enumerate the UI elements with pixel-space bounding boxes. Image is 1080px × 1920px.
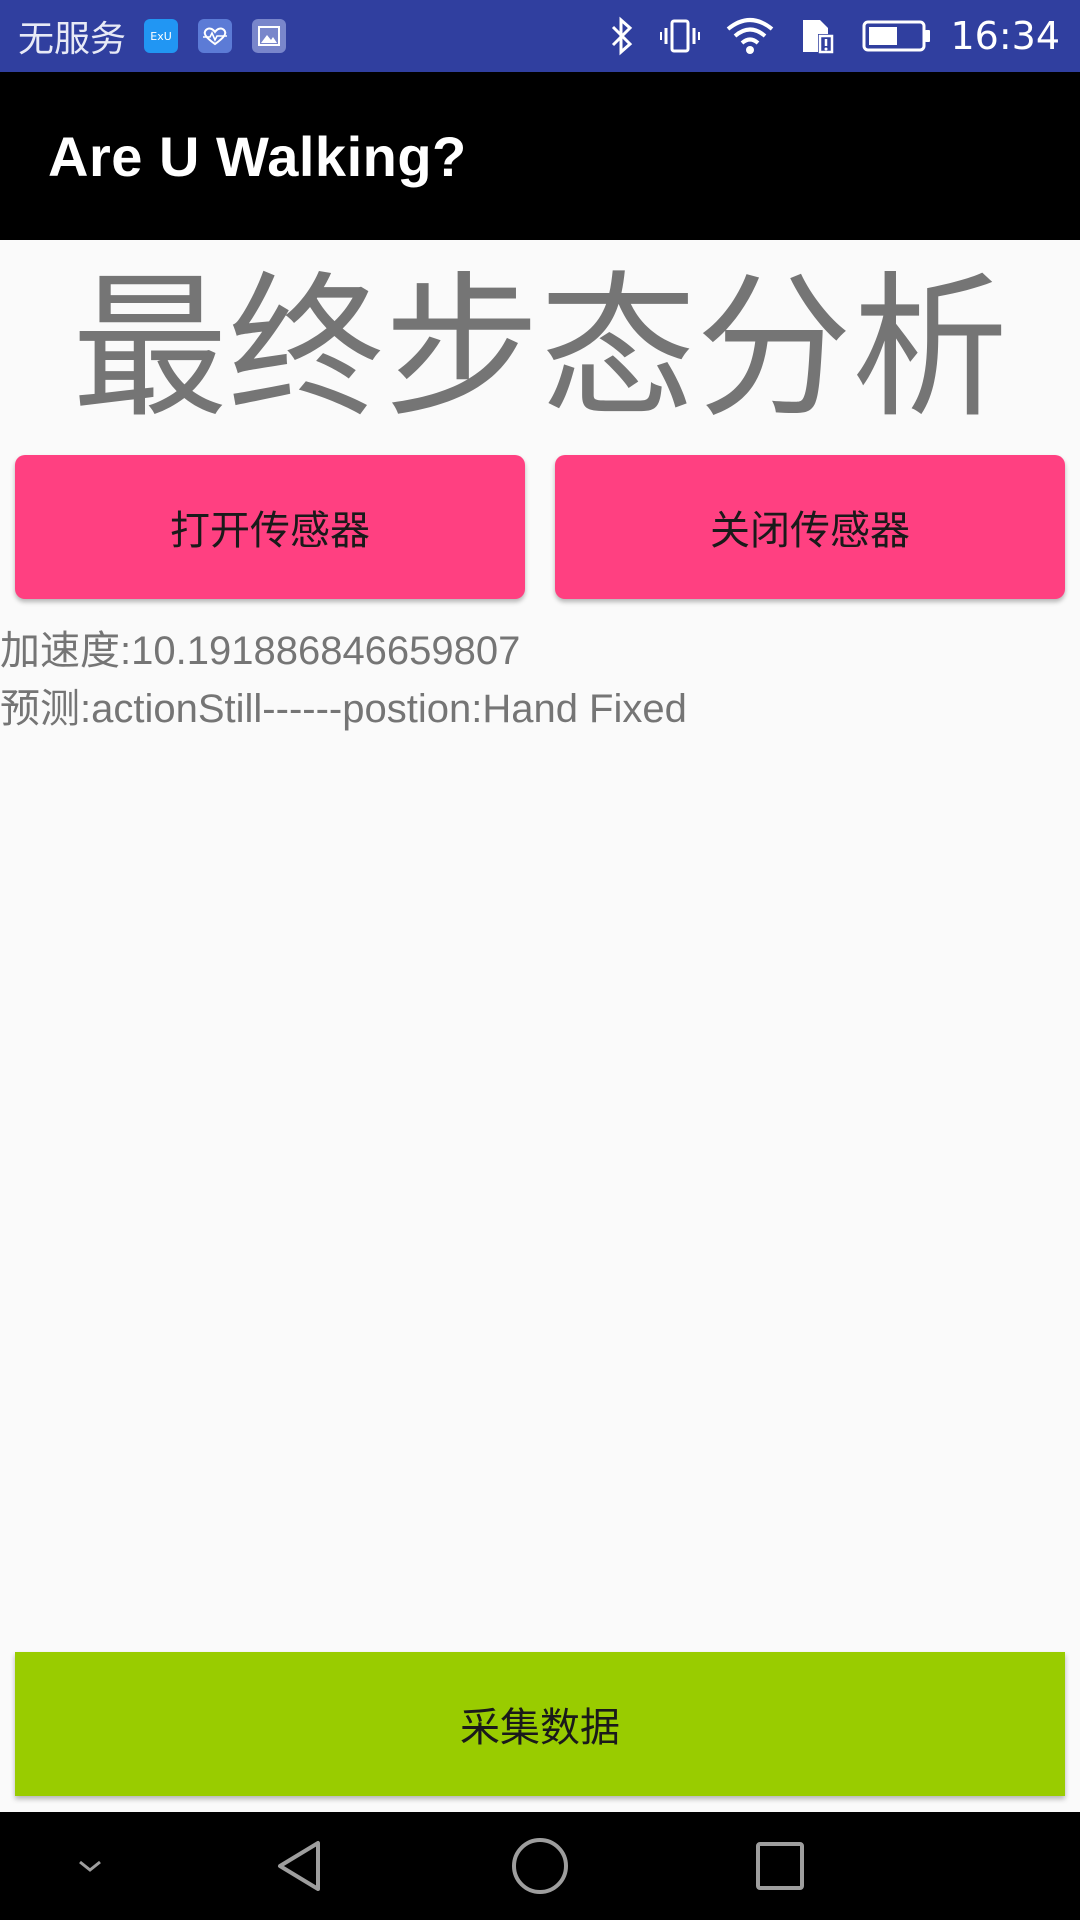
gallery-icon (252, 19, 287, 53)
close-sensor-button-label: 关闭传感器 (710, 508, 910, 554)
acceleration-readout: 加速度:10.191886846659807 (0, 629, 521, 673)
app-notification-icon-text: ExU (150, 29, 172, 43)
status-bar-right: 16:34 (584, 14, 1060, 58)
chevron-down-icon[interactable] (40, 1812, 140, 1920)
back-icon[interactable] (250, 1812, 350, 1920)
close-sensor-button[interactable]: 关闭传感器 (555, 455, 1065, 599)
health-app-icon (198, 19, 233, 53)
home-icon[interactable] (490, 1812, 590, 1920)
status-bar-left: 无服务 ExU (18, 10, 306, 62)
bluetooth-icon (610, 16, 634, 56)
clock-time: 16:34 (950, 14, 1060, 58)
navigation-bar (0, 1812, 1080, 1920)
app-title: Are U Walking? (48, 124, 467, 188)
prediction-readout: 预测:actionStill------postion:Hand Fixed (0, 687, 687, 731)
collect-data-button[interactable]: 采集数据 (15, 1652, 1065, 1796)
recents-icon[interactable] (730, 1812, 830, 1920)
status-bar: 无服务 ExU 16:34 (0, 0, 1080, 72)
wifi-icon (726, 17, 774, 55)
app-notification-icon: ExU (144, 19, 179, 53)
battery-icon (862, 18, 932, 54)
carrier-label: 无服务 (18, 19, 127, 60)
app-bar: Are U Walking? (0, 72, 1080, 240)
page-heading: 最终步态分析 (72, 257, 1008, 439)
open-sensor-button-label: 打开传感器 (170, 508, 370, 554)
collect-data-button-label: 采集数据 (460, 1705, 620, 1751)
sim-icon (800, 16, 836, 56)
open-sensor-button[interactable]: 打开传感器 (15, 455, 525, 599)
vibrate-icon (660, 16, 701, 56)
